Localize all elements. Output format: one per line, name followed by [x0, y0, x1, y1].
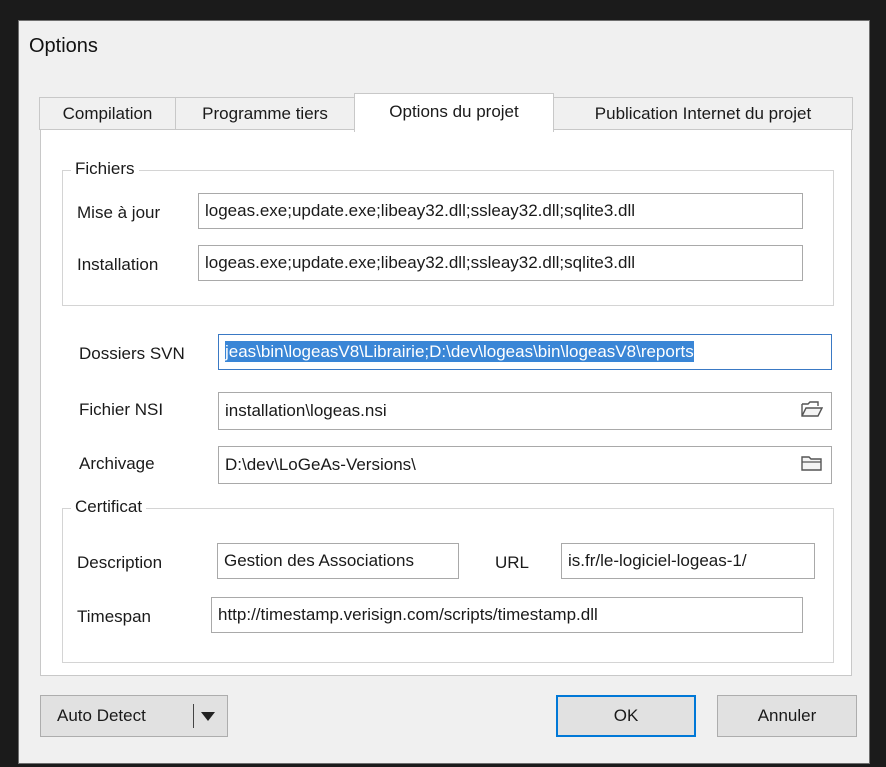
window-title: Options [29, 35, 98, 57]
dossiers-svn-label: Dossiers SVN [79, 344, 185, 363]
archivage-value: D:\dev\LoGeAs-Versions\ [225, 455, 416, 474]
archivage-label: Archivage [79, 454, 155, 473]
tab-bar: Compilation Programme tiers Options du p… [39, 93, 859, 132]
description-label: Description [77, 553, 163, 572]
url-label: URL [495, 553, 530, 572]
mise-a-jour-label: Mise à jour [77, 203, 161, 222]
fichiers-legend: Fichiers [71, 159, 139, 179]
url-value: is.fr/le-logiciel-logeas-1/ [568, 551, 747, 570]
tab-options-du-projet[interactable]: Options du projet [354, 93, 554, 132]
fichier-nsi-field[interactable]: installation\logeas.nsi [218, 392, 832, 430]
mise-a-jour-value: logeas.exe;update.exe;libeay32.dll;sslea… [205, 201, 636, 220]
cancel-button[interactable]: Annuler [717, 695, 857, 737]
auto-detect-button[interactable]: Auto Detect [40, 695, 228, 737]
options-panel: Fichiers Mise à jour logeas.exe;update.e… [40, 129, 852, 676]
installation-label: Installation [77, 255, 159, 274]
auto-detect-label: Auto Detect [57, 706, 146, 725]
dossiers-svn-field[interactable]: jeas\bin\logeasV8\Librairie;D:\dev\logea… [218, 334, 832, 370]
installation-field[interactable]: logeas.exe;update.exe;libeay32.dll;sslea… [198, 245, 803, 281]
fichier-nsi-value: installation\logeas.nsi [225, 401, 387, 420]
timespan-label: Timespan [77, 607, 152, 626]
url-field[interactable]: is.fr/le-logiciel-logeas-1/ [561, 543, 815, 579]
tab-compilation[interactable]: Compilation [39, 97, 176, 130]
dropdown-arrow-icon[interactable] [201, 712, 215, 721]
timespan-value: http://timestamp.verisign.com/scripts/ti… [218, 605, 598, 624]
fichier-nsi-label: Fichier NSI [79, 400, 164, 419]
split-divider [193, 704, 194, 728]
archivage-field[interactable]: D:\dev\LoGeAs-Versions\ [218, 446, 832, 484]
fichiers-group: Fichiers Mise à jour logeas.exe;update.e… [62, 159, 834, 306]
folder-icon[interactable] [801, 454, 823, 472]
tab-publication-internet[interactable]: Publication Internet du projet [553, 97, 853, 130]
options-dialog: Options Compilation Programme tiers Opti… [18, 20, 870, 764]
dossiers-svn-value: jeas\bin\logeasV8\Librairie;D:\dev\logea… [225, 341, 694, 362]
tab-programme-tiers[interactable]: Programme tiers [175, 97, 355, 130]
certificat-legend: Certificat [71, 497, 147, 517]
certificat-group: Certificat Description Gestion des Assoc… [62, 497, 834, 663]
installation-value: logeas.exe;update.exe;libeay32.dll;sslea… [205, 253, 636, 272]
mise-a-jour-field[interactable]: logeas.exe;update.exe;libeay32.dll;sslea… [198, 193, 803, 229]
ok-button[interactable]: OK [556, 695, 696, 737]
timespan-field[interactable]: http://timestamp.verisign.com/scripts/ti… [211, 597, 803, 633]
open-folder-icon[interactable] [801, 400, 823, 418]
description-value: Gestion des Associations [224, 551, 414, 570]
description-field[interactable]: Gestion des Associations [217, 543, 459, 579]
